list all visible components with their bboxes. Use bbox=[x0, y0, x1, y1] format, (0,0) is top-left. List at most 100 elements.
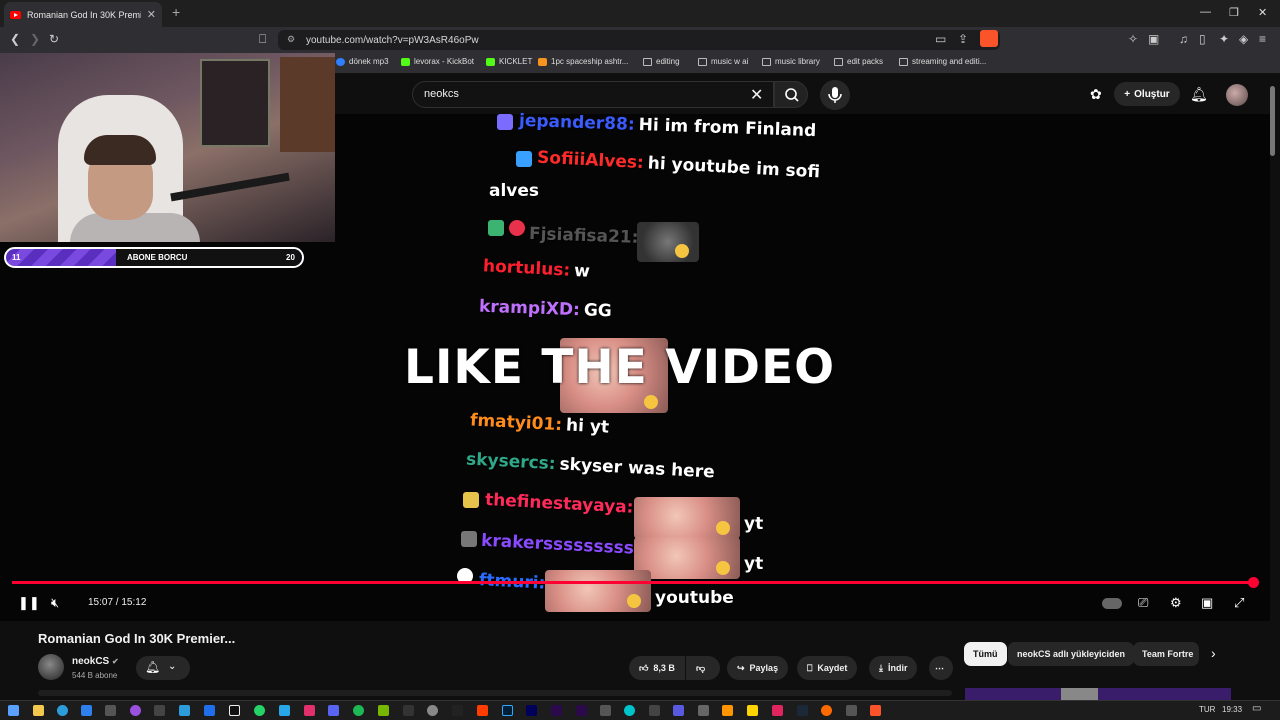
vpn-icon[interactable]: ◈ bbox=[1239, 32, 1248, 46]
app-icon[interactable] bbox=[698, 705, 709, 716]
download-button[interactable]: ⤓ İndir bbox=[869, 656, 918, 680]
like-button[interactable]: 👍︎ 8,3 B bbox=[629, 656, 685, 680]
subscription-bell-button[interactable]: 🔔︎ ⌄ bbox=[136, 656, 190, 680]
app-icon[interactable] bbox=[427, 705, 438, 716]
minimize-button[interactable]: — bbox=[1200, 6, 1211, 18]
extensions-icon[interactable]: ✧ bbox=[1128, 32, 1138, 46]
app-icon[interactable] bbox=[846, 705, 857, 716]
reload-icon[interactable]: ↻ bbox=[49, 32, 59, 46]
site-info-icon[interactable]: ⚙ bbox=[287, 34, 295, 45]
close-window-button[interactable]: ✕ bbox=[1258, 6, 1267, 19]
share-button[interactable]: ↪ Paylaş bbox=[727, 656, 789, 680]
spotify-icon[interactable] bbox=[353, 705, 364, 716]
clear-search-icon[interactable]: ✕ bbox=[750, 85, 763, 105]
browser-tab[interactable]: Romanian God In 30K Premier... ✕ bbox=[4, 2, 162, 27]
app-icon[interactable] bbox=[673, 705, 684, 716]
file-explorer-icon[interactable] bbox=[33, 705, 44, 716]
bookmark-folder[interactable]: edit packs bbox=[834, 57, 883, 66]
notifications-icon[interactable]: 🔔︎ bbox=[1190, 86, 1208, 103]
channel-name[interactable]: neokCS ✔ bbox=[72, 656, 119, 667]
dislike-button[interactable]: 👎︎ bbox=[686, 656, 720, 680]
gemini-icon[interactable]: ✿ bbox=[1090, 86, 1102, 103]
obs-icon[interactable] bbox=[130, 705, 141, 716]
chip-uploader[interactable]: neokCS adlı yükleyiciden bbox=[1008, 642, 1135, 666]
leo-icon[interactable]: ✦ bbox=[1219, 32, 1229, 46]
app-icon[interactable] bbox=[821, 705, 832, 716]
media-encoder-icon[interactable] bbox=[526, 705, 537, 716]
voice-search-button[interactable] bbox=[820, 80, 850, 110]
autoplay-toggle[interactable] bbox=[1102, 598, 1122, 609]
tab-close-icon[interactable]: ✕ bbox=[147, 8, 156, 21]
create-button[interactable]: + Oluştur bbox=[1114, 82, 1180, 106]
progress-bar[interactable] bbox=[12, 581, 1254, 584]
search-button[interactable] bbox=[774, 81, 808, 108]
app-icon[interactable] bbox=[772, 705, 783, 716]
cast-icon[interactable]: ▭ bbox=[935, 32, 946, 46]
app-icon[interactable] bbox=[649, 705, 660, 716]
maximize-button[interactable]: ❐ bbox=[1229, 6, 1239, 19]
nvidia-icon[interactable] bbox=[378, 705, 389, 716]
discord-icon[interactable] bbox=[328, 705, 339, 716]
pause-icon[interactable]: ❚❚ bbox=[18, 595, 40, 611]
back-icon[interactable]: ❮ bbox=[10, 32, 20, 46]
progress-scrubber[interactable] bbox=[1248, 577, 1259, 588]
app-icon[interactable] bbox=[179, 705, 190, 716]
share-page-icon[interactable]: ⇪ bbox=[958, 32, 968, 46]
whatsapp-icon[interactable] bbox=[254, 705, 265, 716]
chrome-icon[interactable] bbox=[57, 705, 68, 716]
clock[interactable]: 19:33 bbox=[1222, 705, 1242, 714]
forward-icon[interactable]: ❯ bbox=[30, 32, 40, 46]
app-icon[interactable] bbox=[452, 705, 463, 716]
music-icon[interactable]: ♫ bbox=[1179, 32, 1188, 46]
settings-icon[interactable]: ⚙ bbox=[1170, 595, 1182, 611]
bookmark-item[interactable]: 1pc spaceship ashtr... bbox=[538, 57, 628, 66]
search-input[interactable]: neokcs bbox=[412, 81, 774, 108]
bookmark-folder[interactable]: editing bbox=[643, 57, 680, 66]
instagram-icon[interactable] bbox=[304, 705, 315, 716]
more-actions-button[interactable]: ⋯ bbox=[929, 656, 953, 680]
app-icon[interactable] bbox=[600, 705, 611, 716]
bookmark-folder[interactable]: streaming and editi... bbox=[899, 57, 986, 66]
illustrator-icon[interactable] bbox=[477, 705, 488, 716]
telegram-icon[interactable] bbox=[279, 705, 290, 716]
fullscreen-icon[interactable]: ⤢ bbox=[1234, 595, 1244, 611]
bookmark-item[interactable]: levorax - KickBot bbox=[401, 57, 474, 66]
app-icon[interactable] bbox=[747, 705, 758, 716]
after-effects-icon[interactable] bbox=[551, 705, 562, 716]
channel-avatar[interactable] bbox=[38, 654, 64, 680]
start-icon[interactable] bbox=[8, 705, 19, 716]
canva-icon[interactable] bbox=[624, 705, 635, 716]
subtitles-icon[interactable]: ⎚ bbox=[1138, 595, 1148, 611]
miniplayer-icon[interactable]: ▣ bbox=[1201, 595, 1213, 611]
bookmark-folder[interactable]: music w ai bbox=[698, 57, 748, 66]
vscode-icon[interactable] bbox=[81, 705, 92, 716]
chip-all[interactable]: Tümü bbox=[964, 642, 1007, 666]
account-avatar[interactable] bbox=[1226, 84, 1248, 106]
new-tab-button[interactable]: + bbox=[172, 4, 180, 20]
premiere-icon[interactable] bbox=[576, 705, 587, 716]
menu-icon[interactable]: ≡ bbox=[1259, 32, 1266, 46]
photoshop-icon[interactable] bbox=[502, 705, 513, 716]
app-icon[interactable] bbox=[204, 705, 215, 716]
bookmark-icon[interactable]: ⎕ bbox=[259, 32, 266, 47]
save-button[interactable]: ⎕ Kaydet bbox=[797, 656, 858, 680]
related-video-thumbnail[interactable] bbox=[965, 688, 1231, 700]
sidebar-icon[interactable]: ▯ bbox=[1199, 32, 1206, 46]
mute-icon[interactable]: 🔇︎ bbox=[51, 595, 59, 611]
app-icon[interactable] bbox=[154, 705, 165, 716]
steam-icon[interactable] bbox=[797, 705, 808, 716]
bookmark-item[interactable]: dönek mp3 bbox=[336, 57, 389, 66]
address-bar[interactable]: ⚙ youtube.com/watch?v=pW3AsR46oPw bbox=[278, 30, 1000, 50]
app-icon[interactable] bbox=[403, 705, 414, 716]
page-scrollbar[interactable] bbox=[1270, 86, 1275, 156]
tiktok-icon[interactable] bbox=[229, 705, 240, 716]
app-icon[interactable] bbox=[105, 705, 116, 716]
app-icon[interactable] bbox=[722, 705, 733, 716]
wallet-icon[interactable]: ▣ bbox=[1148, 32, 1159, 46]
notification-center-icon[interactable]: ▭ bbox=[1252, 703, 1261, 714]
description-box[interactable] bbox=[38, 690, 952, 696]
brave-shields-icon[interactable] bbox=[980, 30, 998, 47]
bookmark-folder[interactable]: music library bbox=[762, 57, 820, 66]
chevron-right-icon[interactable]: › bbox=[1211, 645, 1216, 661]
chip-team-fortress[interactable]: Team Fortre bbox=[1133, 642, 1199, 666]
